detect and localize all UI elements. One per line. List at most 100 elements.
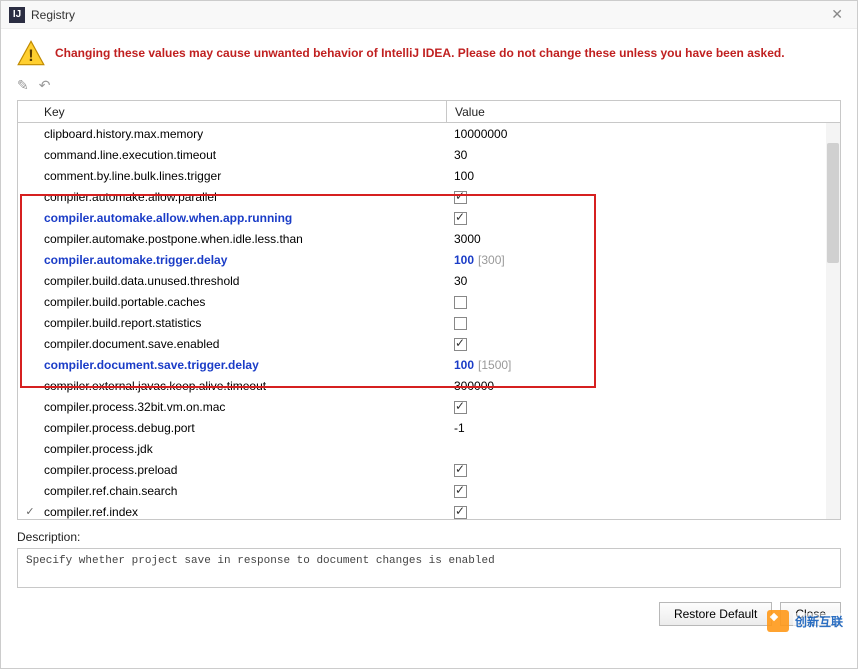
checkbox-icon[interactable] — [454, 296, 467, 309]
scrollbar-track[interactable] — [826, 123, 840, 519]
table-row[interactable]: compiler.build.report.statistics — [18, 312, 840, 333]
app-icon: IJ — [9, 7, 25, 23]
row-value-text: 100 — [454, 358, 474, 372]
table-row[interactable]: compiler.process.32bit.vm.on.mac — [18, 396, 840, 417]
row-value-text: 300000 — [454, 379, 494, 393]
table-header: Key Value — [18, 101, 840, 123]
table-row[interactable]: compiler.document.save.enabled — [18, 333, 840, 354]
row-value[interactable] — [446, 336, 840, 350]
row-value[interactable]: 100 — [446, 169, 840, 183]
table-row[interactable]: ✓compiler.ref.index — [18, 501, 840, 519]
row-value-text: -1 — [454, 421, 465, 435]
restore-default-button[interactable]: Restore Default — [659, 602, 772, 626]
dialog-buttons: Restore Default Close 创新互联 — [1, 588, 857, 636]
row-key: compiler.automake.allow.when.app.running — [42, 211, 446, 225]
row-value[interactable]: 3000 — [446, 232, 840, 246]
row-value[interactable] — [446, 399, 840, 413]
table-row[interactable]: compiler.build.data.unused.threshold 30 — [18, 270, 840, 291]
header-value-label: Value — [455, 105, 485, 119]
row-key: clipboard.history.max.memory — [42, 127, 446, 141]
window-title: Registry — [31, 8, 825, 22]
row-value-text: 10000000 — [454, 127, 507, 141]
row-key: compiler.ref.chain.search — [42, 484, 446, 498]
table-row[interactable]: comment.by.line.bulk.lines.trigger100 — [18, 165, 840, 186]
table-row[interactable]: compiler.build.portable.caches — [18, 291, 840, 312]
checkbox-icon[interactable] — [454, 317, 467, 330]
table-row[interactable]: compiler.automake.postpone.when.idle.les… — [18, 228, 840, 249]
scrollbar-thumb[interactable] — [827, 143, 839, 263]
row-value-text: 30 — [454, 148, 467, 162]
registry-dialog: IJ Registry ✕ ! Changing these values ma… — [0, 0, 858, 669]
row-default-hint: [300] — [478, 253, 505, 267]
header-key[interactable]: Key — [42, 105, 446, 119]
svg-text:!: ! — [28, 47, 33, 65]
description-box: Specify whether project save in response… — [17, 548, 841, 588]
row-key: compiler.process.32bit.vm.on.mac — [42, 400, 446, 414]
row-default-hint: [1500] — [478, 358, 511, 372]
row-value[interactable] — [446, 210, 840, 224]
row-key: command.line.execution.timeout — [42, 148, 446, 162]
checkbox-icon[interactable] — [454, 485, 467, 498]
row-value[interactable]: -1 — [446, 421, 840, 435]
description-label: Description: — [17, 530, 841, 544]
row-key: compiler.build.report.statistics — [42, 316, 446, 330]
checkbox-icon[interactable] — [454, 464, 467, 477]
warning-icon: ! — [17, 39, 45, 67]
warning-text: Changing these values may cause unwanted… — [55, 46, 785, 60]
row-flag: ✓ — [18, 505, 42, 518]
close-button[interactable]: Close — [780, 602, 841, 626]
close-icon[interactable]: ✕ — [825, 6, 849, 23]
row-value-text: 100 — [454, 253, 474, 267]
row-value[interactable] — [446, 294, 840, 308]
row-key: compiler.document.save.trigger.delay — [42, 358, 446, 372]
row-key: compiler.build.portable.caches — [42, 295, 446, 309]
row-value[interactable]: 300000 — [446, 379, 840, 393]
table-row[interactable]: compiler.automake.allow.parallel — [18, 186, 840, 207]
row-value[interactable] — [446, 504, 840, 518]
header-value[interactable]: Value — [446, 101, 840, 122]
row-value-text: 30 — [454, 274, 467, 288]
row-value-text: 100 — [454, 169, 474, 183]
row-value[interactable] — [446, 483, 840, 497]
description-section: Description: Specify whether project sav… — [17, 530, 841, 588]
table-row[interactable]: clipboard.history.max.memory 10000000 — [18, 123, 840, 144]
row-key: compiler.ref.index — [42, 505, 446, 519]
row-key: compiler.process.debug.port — [42, 421, 446, 435]
table-row[interactable]: command.line.execution.timeout 30 — [18, 144, 840, 165]
row-key: compiler.automake.trigger.delay — [42, 253, 446, 267]
table-row[interactable]: compiler.process.jdk — [18, 438, 840, 459]
row-key: compiler.process.jdk — [42, 442, 446, 456]
undo-icon[interactable]: ↶ — [39, 77, 51, 94]
table-body[interactable]: clipboard.history.max.memory 10000000 comm… — [18, 123, 840, 519]
warning-row: ! Changing these values may cause unwant… — [1, 29, 857, 73]
row-value[interactable] — [446, 315, 840, 329]
row-value[interactable] — [446, 189, 840, 203]
table-row[interactable]: compiler.ref.chain.search — [18, 480, 840, 501]
row-key: compiler.build.data.unused.threshold — [42, 274, 446, 288]
row-value[interactable]: 30 — [446, 274, 840, 288]
table-row[interactable]: compiler.process.debug.port -1 — [18, 417, 840, 438]
registry-table: Key Value clipboard.history.max.memory 10… — [17, 100, 841, 520]
row-value[interactable]: 10000000 — [446, 127, 840, 141]
row-key: compiler.automake.allow.parallel — [42, 190, 446, 204]
titlebar: IJ Registry ✕ — [1, 1, 857, 29]
edit-icon[interactable]: ✎ — [17, 77, 29, 94]
checkbox-icon[interactable] — [454, 191, 467, 204]
row-value[interactable]: 100 [300] — [446, 253, 840, 267]
checkbox-icon[interactable] — [454, 212, 467, 225]
row-value[interactable]: 100 [1500] — [446, 358, 840, 372]
table-row[interactable]: compiler.automake.allow.when.app.running — [18, 207, 840, 228]
row-value[interactable] — [446, 462, 840, 476]
toolbar: ✎ ↶ — [1, 73, 857, 100]
row-value[interactable]: 30 — [446, 148, 840, 162]
row-key: compiler.external.javac.keep.alive.timeo… — [42, 379, 446, 393]
row-key: compiler.automake.postpone.when.idle.les… — [42, 232, 446, 246]
table-row[interactable]: compiler.document.save.trigger.delay 100 [… — [18, 354, 840, 375]
table-row[interactable]: compiler.automake.trigger.delay 100 [300] — [18, 249, 840, 270]
checkbox-icon[interactable] — [454, 506, 467, 519]
table-row[interactable]: compiler.process.preload — [18, 459, 840, 480]
row-key: compiler.document.save.enabled — [42, 337, 446, 351]
checkbox-icon[interactable] — [454, 401, 467, 414]
checkbox-icon[interactable] — [454, 338, 467, 351]
table-row[interactable]: compiler.external.javac.keep.alive.timeo… — [18, 375, 840, 396]
